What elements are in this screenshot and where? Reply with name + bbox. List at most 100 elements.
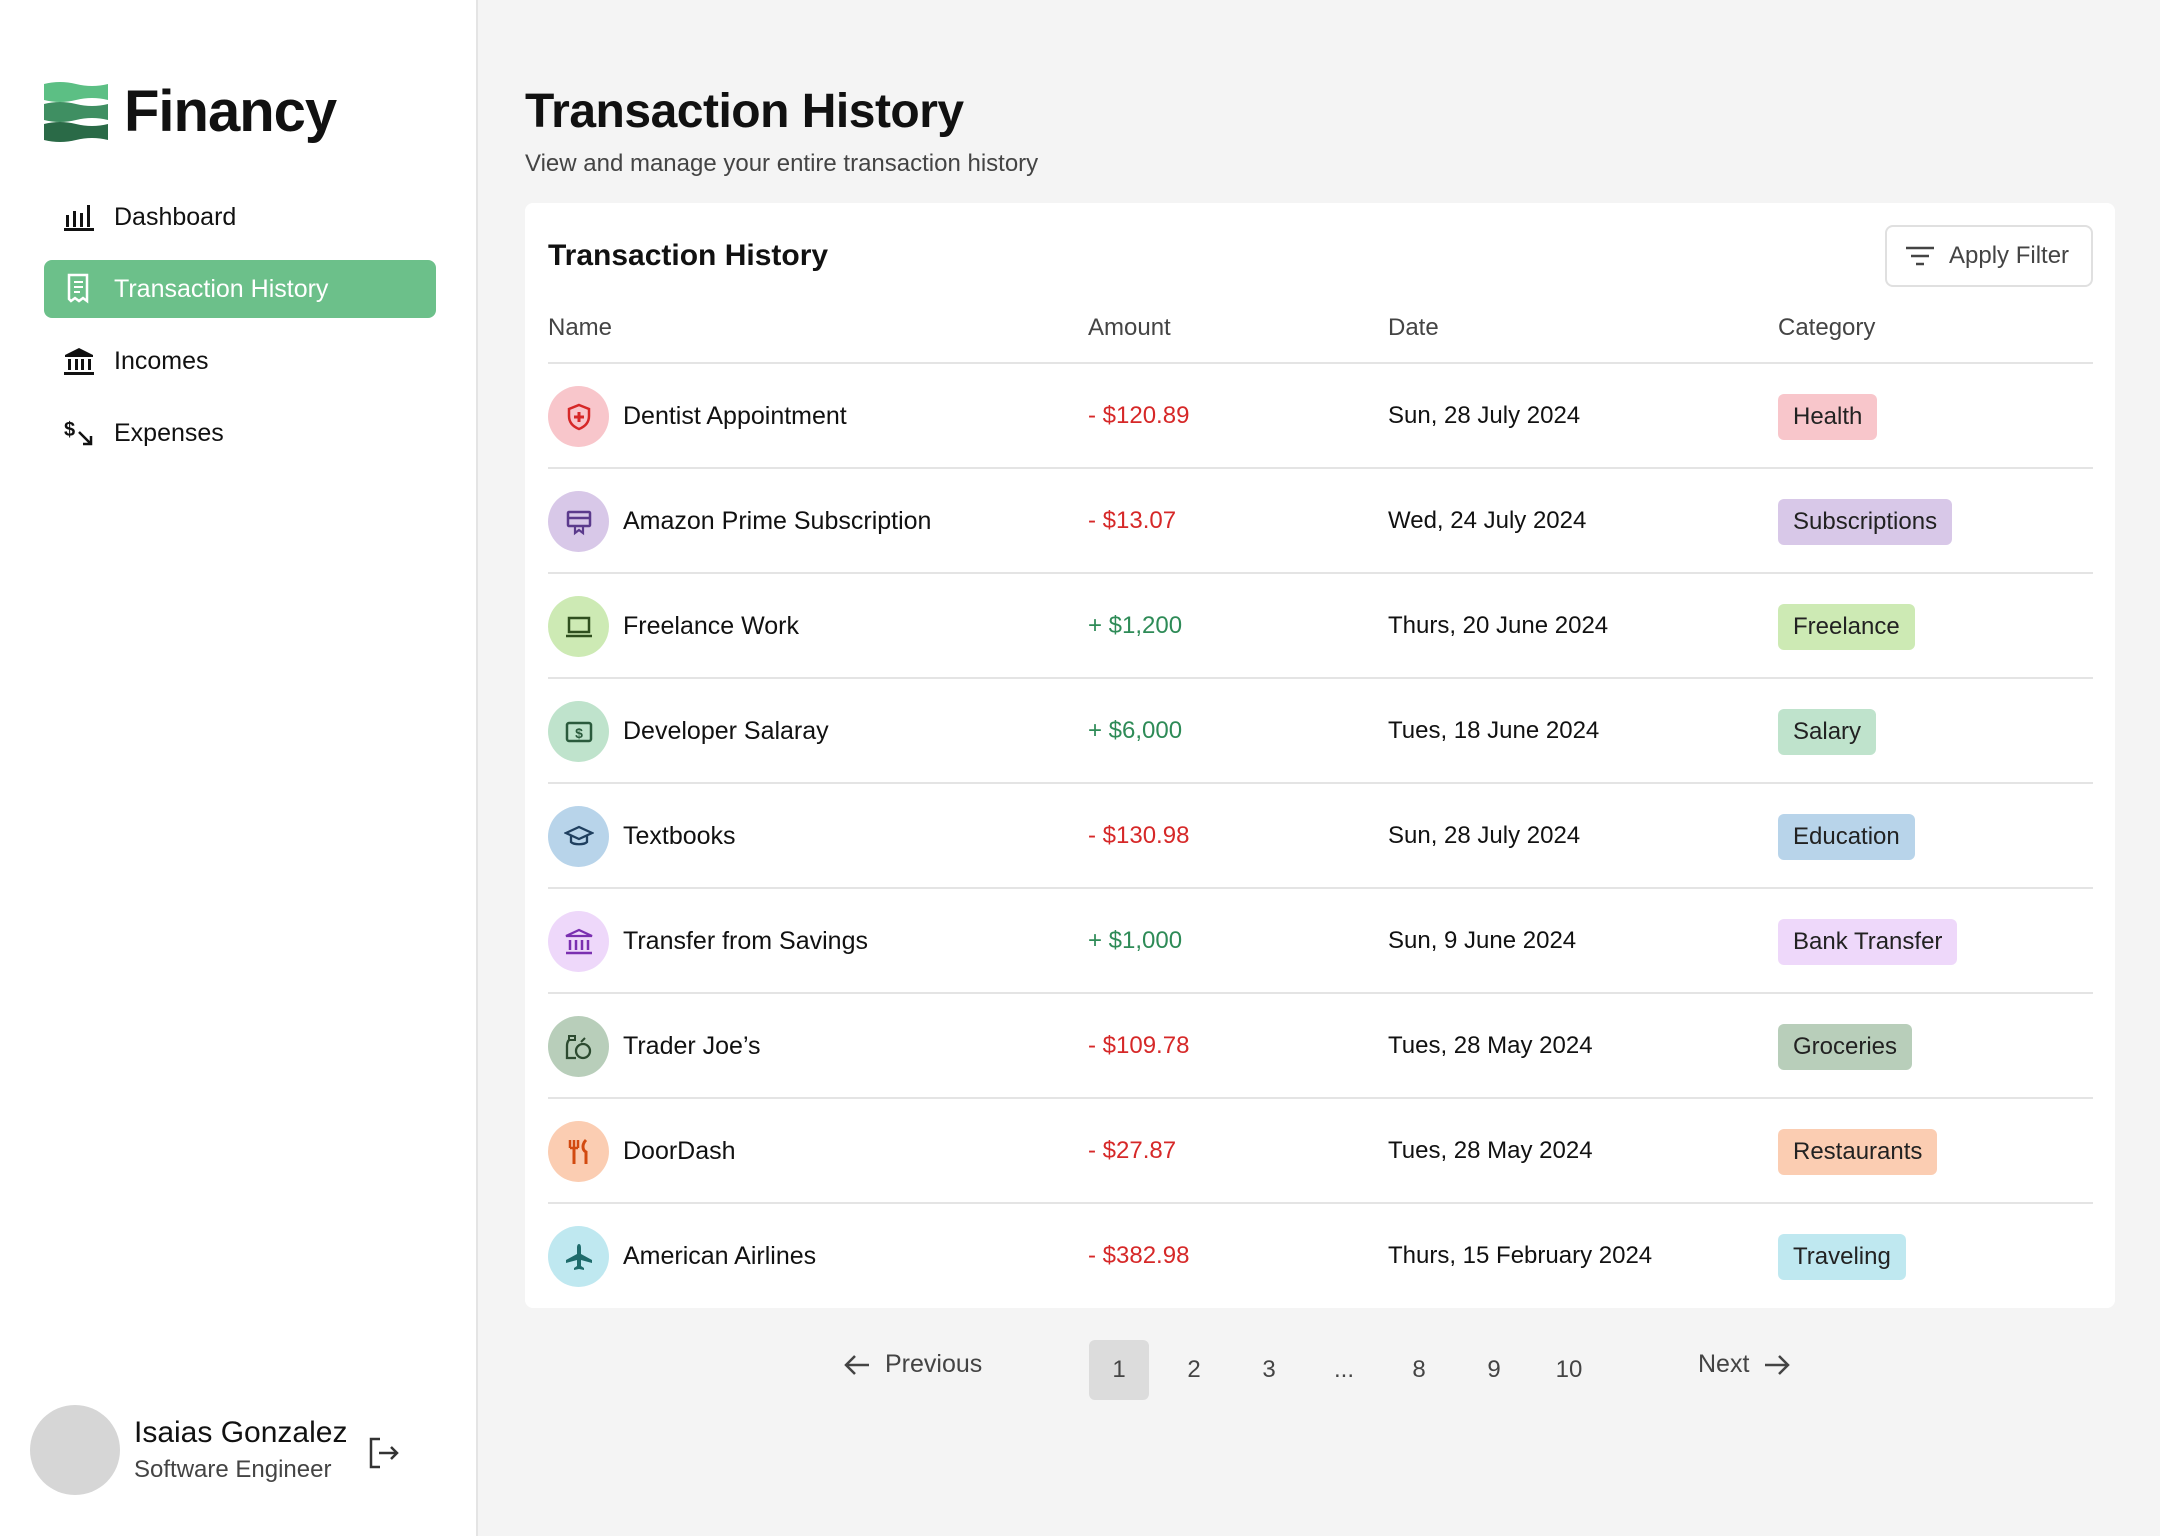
sidebar: Financy Dashboard Transaction History In…	[0, 0, 478, 1536]
brand-name: Financy	[124, 79, 337, 144]
column-header-date[interactable]: Date	[1388, 314, 1439, 342]
previous-label: Previous	[885, 1350, 983, 1378]
airplane-icon	[548, 1226, 609, 1287]
column-header-category[interactable]: Category	[1778, 314, 1875, 342]
transaction-amount: - $382.98	[1088, 1242, 1190, 1269]
card-title: Transaction History	[548, 239, 829, 272]
category-badge[interactable]: Education	[1778, 814, 1915, 860]
page-title: Transaction History	[525, 85, 964, 138]
table-header: Name Amount Date Category	[548, 308, 2093, 364]
transaction-date: Sun, 28 July 2024	[1388, 822, 1581, 849]
logout-icon[interactable]	[366, 1435, 402, 1471]
transaction-name: Trader Joe’s	[623, 1032, 761, 1060]
column-header-amount[interactable]: Amount	[1088, 314, 1171, 342]
table-row[interactable]: American Airlines - $382.98 Thurs, 15 Fe…	[548, 1204, 2093, 1309]
transaction-name: Textbooks	[623, 822, 736, 850]
graduation-cap-icon	[548, 806, 609, 867]
apply-filter-button[interactable]: Apply Filter	[1885, 225, 2093, 287]
svg-text:$: $	[64, 419, 75, 441]
transaction-card: Transaction History Apply Filter Name Am…	[525, 203, 2115, 1308]
category-badge[interactable]: Groceries	[1778, 1024, 1913, 1070]
table-row[interactable]: Amazon Prime Subscription - $13.07 Wed, …	[548, 469, 2093, 574]
transaction-name: Amazon Prime Subscription	[623, 507, 932, 535]
table-row[interactable]: Trader Joe’s - $109.78 Tues, 28 May 2024…	[548, 994, 2093, 1099]
table-row[interactable]: DoorDash - $27.87 Tues, 28 May 2024 Rest…	[548, 1099, 2093, 1204]
bank-icon	[548, 911, 609, 972]
transaction-date: Thurs, 20 June 2024	[1388, 612, 1609, 639]
pagination-ellipsis: ...	[1333, 1356, 1354, 1383]
transaction-amount: + $1,200	[1088, 612, 1183, 639]
table-row[interactable]: Textbooks - $130.98 Sun, 28 July 2024 Ed…	[548, 784, 2093, 889]
column-header-name[interactable]: Name	[548, 314, 612, 342]
utensils-icon	[548, 1121, 609, 1182]
sidebar-item-incomes[interactable]: Incomes	[44, 332, 436, 390]
user-profile: Isaias Gonzalez Software Engineer	[30, 1405, 399, 1495]
sidebar-item-label: Expenses	[114, 418, 224, 447]
transaction-name: Freelance Work	[623, 612, 799, 640]
arrow-left-icon	[844, 1354, 869, 1375]
table-row[interactable]: Freelance Work + $1,200 Thurs, 20 June 2…	[548, 574, 2093, 679]
sidebar-item-dashboard[interactable]: Dashboard	[44, 188, 436, 246]
category-badge[interactable]: Freelance	[1778, 604, 1915, 650]
page-number-button[interactable]: 10	[1539, 1340, 1599, 1400]
pagination: Previous 1 2 3... 8 9 10 Next	[0, 1340, 2160, 1400]
page-number-button[interactable]: 1	[1089, 1340, 1149, 1400]
transaction-amount: + $6,000	[1088, 717, 1183, 744]
category-badge[interactable]: Salary	[1778, 709, 1877, 755]
receipt-icon	[62, 272, 96, 306]
sidebar-item-label: Transaction History	[114, 274, 329, 303]
svg-text:$: $	[575, 725, 583, 741]
user-name: Isaias Gonzalez	[134, 1416, 348, 1449]
transaction-amount: - $13.07	[1088, 507, 1177, 534]
table-row[interactable]: $ Developer Salaray + $6,000 Tues, 18 Ju…	[548, 679, 2093, 784]
brand-logo[interactable]: Financy	[44, 78, 337, 145]
bank-icon	[62, 344, 96, 378]
card-icon	[548, 491, 609, 552]
transaction-name: Transfer from Savings	[623, 927, 868, 955]
sidebar-item-label: Incomes	[114, 346, 209, 375]
transaction-name: DoorDash	[623, 1137, 736, 1165]
transaction-name: Dentist Appointment	[623, 402, 847, 430]
transaction-date: Sun, 28 July 2024	[1388, 402, 1581, 429]
avatar[interactable]	[30, 1405, 120, 1495]
transaction-amount: - $130.98	[1088, 822, 1190, 849]
page-number-button[interactable]: 9	[1464, 1340, 1524, 1400]
transaction-amount: - $27.87	[1088, 1137, 1177, 1164]
table-row[interactable]: Dentist Appointment - $120.89 Sun, 28 Ju…	[548, 364, 2093, 469]
transaction-name: American Airlines	[623, 1242, 817, 1270]
profile-text: Isaias Gonzalez Software Engineer	[134, 1416, 347, 1484]
category-badge[interactable]: Bank Transfer	[1778, 919, 1958, 965]
transaction-date: Tues, 28 May 2024	[1388, 1137, 1593, 1164]
transaction-date: Wed, 24 July 2024	[1388, 507, 1587, 534]
transaction-date: Tues, 28 May 2024	[1388, 1032, 1593, 1059]
apply-filter-label: Apply Filter	[1949, 242, 2070, 269]
transaction-name: Developer Salaray	[623, 717, 829, 745]
sidebar-item-transaction-history[interactable]: Transaction History	[44, 260, 436, 318]
user-role: Software Engineer	[134, 1456, 332, 1483]
table-row[interactable]: Transfer from Savings + $1,000 Sun, 9 Ju…	[548, 889, 2093, 994]
category-badge[interactable]: Restaurants	[1778, 1129, 1938, 1175]
sidebar-item-expenses[interactable]: $ Expenses	[44, 404, 436, 462]
category-badge[interactable]: Traveling	[1778, 1234, 1906, 1280]
transaction-amount: - $120.89	[1088, 402, 1190, 429]
transaction-table: Dentist Appointment - $120.89 Sun, 28 Ju…	[548, 364, 2093, 1309]
transaction-amount: - $109.78	[1088, 1032, 1190, 1059]
next-label: Next	[1698, 1350, 1750, 1378]
transaction-date: Sun, 9 June 2024	[1388, 927, 1577, 954]
next-page-button[interactable]: Next	[1698, 1350, 1791, 1379]
filter-icon	[1906, 246, 1934, 266]
laptop-icon	[548, 596, 609, 657]
page-number-button[interactable]: 8	[1389, 1340, 1449, 1400]
financy-logo-icon	[44, 81, 108, 142]
sidebar-nav: Dashboard Transaction History Incomes $ …	[44, 188, 436, 476]
transaction-date: Tues, 18 June 2024	[1388, 717, 1600, 744]
arrow-right-icon	[1765, 1354, 1791, 1375]
expense-arrow-icon: $	[62, 416, 96, 450]
page-number-button[interactable]: 3	[1239, 1340, 1299, 1400]
page-number-button[interactable]: 2	[1164, 1340, 1224, 1400]
sidebar-item-label: Dashboard	[114, 202, 237, 231]
category-badge[interactable]: Subscriptions	[1778, 499, 1953, 545]
previous-page-button[interactable]: Previous	[843, 1350, 982, 1379]
category-badge[interactable]: Health	[1778, 394, 1878, 440]
transaction-date: Thurs, 15 February 2024	[1388, 1242, 1653, 1269]
